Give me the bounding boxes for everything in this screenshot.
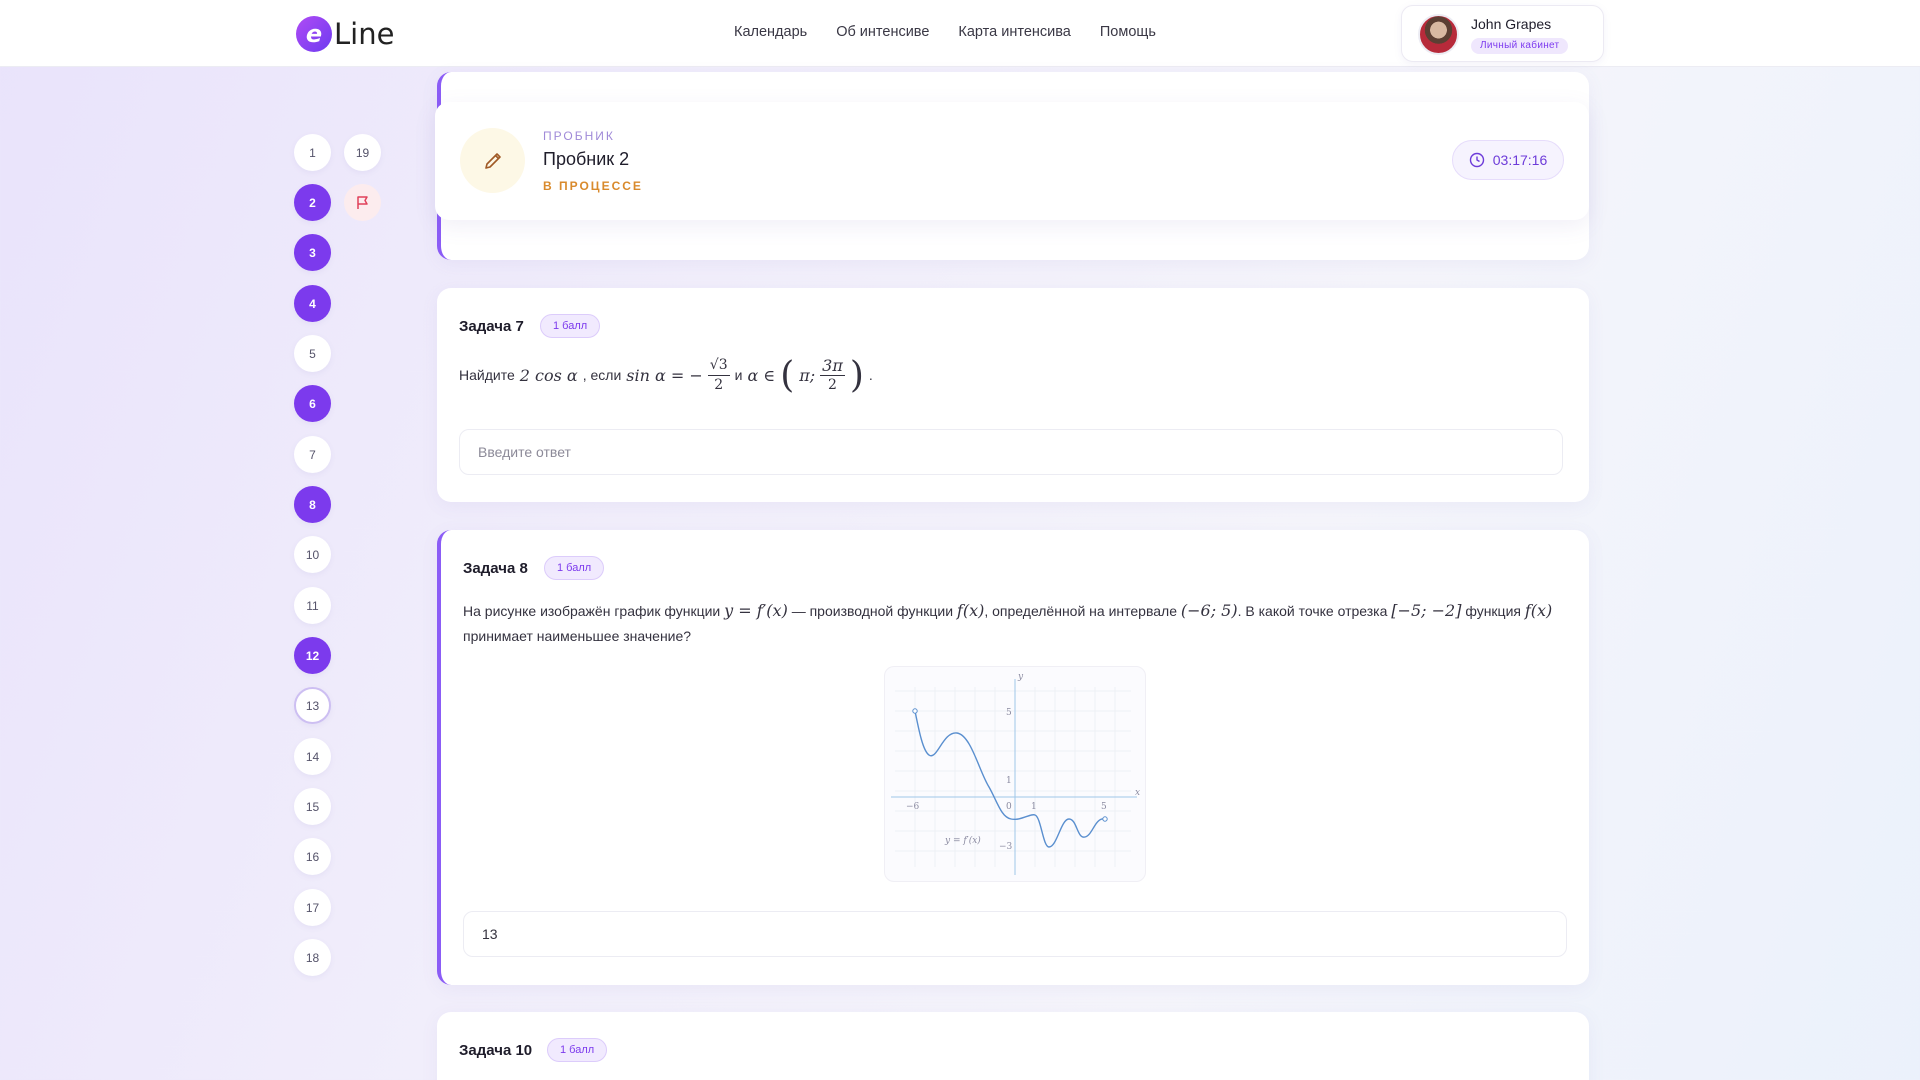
fraction: √3 2	[707, 356, 730, 395]
tick-x: −6	[906, 802, 920, 812]
task-card-8: Задача 8 1 балл На рисунке изображён гра…	[437, 530, 1589, 985]
profile-badge[interactable]: Личный кабинет	[1471, 38, 1569, 54]
math-expression: [−5; −2]	[1391, 601, 1462, 620]
function-graph: x y −6 0 1 5 5 1 −3 y = f′(x)	[884, 666, 1146, 882]
test-status: В ПРОЦЕССЕ	[543, 179, 643, 193]
user-name: John Grapes	[1471, 16, 1552, 32]
statement-text: , определённой на интервале	[984, 603, 1177, 619]
math-expression: f(x)	[956, 601, 985, 620]
logo[interactable]: e Line	[296, 14, 394, 54]
task-statement: На рисунке изображён график функции y = …	[463, 598, 1571, 649]
task-card-10: Задача 10 1 балл	[437, 1012, 1589, 1080]
endpoint-marker	[1102, 816, 1108, 822]
question-4-button[interactable]: 4	[294, 285, 331, 322]
tick-y: 1	[1006, 776, 1012, 786]
question-8-button[interactable]: 8	[294, 486, 331, 523]
nav-about[interactable]: Об интенсиве	[836, 24, 929, 40]
answer-input[interactable]	[463, 911, 1567, 957]
statement-text: На рисунке изображён график функции	[463, 603, 721, 619]
math-expression: π;	[799, 365, 816, 385]
clock-icon	[1469, 152, 1484, 168]
fraction-numerator: √3	[707, 356, 730, 376]
nav-calendar[interactable]: Календарь	[734, 24, 807, 40]
curve-label: y = f′(x)	[944, 835, 981, 846]
tick-y: −3	[999, 842, 1013, 852]
task-title: Задача 8	[463, 560, 528, 577]
statement-text: и	[734, 366, 743, 383]
flag-icon	[356, 195, 368, 209]
answer-input[interactable]	[459, 429, 1563, 475]
question-15-button[interactable]: 15	[294, 788, 331, 825]
math-expression: 2 cos α	[519, 365, 578, 385]
task-title: Задача 7	[459, 318, 524, 335]
points-badge: 1 балл	[547, 1038, 608, 1062]
question-3-button[interactable]: 3	[294, 234, 331, 271]
statement-text: функция	[1465, 603, 1521, 619]
math-expression: f(x)	[1524, 601, 1553, 620]
math-expression: sin α = −	[626, 365, 703, 385]
math-expression: y = f′(x)	[724, 601, 788, 620]
timer-value: 03:17:16	[1492, 152, 1548, 168]
axis-x-label: x	[1135, 788, 1140, 798]
user-card[interactable]: John Grapes Личный кабинет	[1401, 5, 1604, 62]
question-10-button[interactable]: 10	[294, 536, 331, 573]
question-1-button[interactable]: 1	[294, 134, 331, 171]
question-18-button[interactable]: 18	[294, 939, 331, 976]
statement-text: — производной функции	[791, 603, 954, 619]
question-2-button[interactable]: 2	[294, 184, 331, 221]
tick-y: 5	[1006, 708, 1012, 718]
question-7-button[interactable]: 7	[294, 436, 331, 473]
paren-close: )	[849, 354, 864, 396]
points-badge: 1 балл	[544, 556, 605, 580]
math-expression: α ∈	[747, 365, 776, 385]
timer: 03:17:16	[1452, 140, 1564, 180]
test-header: ПРОБНИК Пробник 2 В ПРОЦЕССЕ 03:17:16	[435, 102, 1589, 220]
fraction: 3π 2	[820, 356, 845, 395]
statement-text: Найдите	[459, 366, 515, 383]
nav-help[interactable]: Помощь	[1100, 24, 1156, 40]
test-kind: ПРОБНИК	[543, 129, 615, 143]
question-13-button[interactable]: 13	[294, 687, 331, 724]
points-badge: 1 балл	[540, 314, 601, 338]
question-19-button[interactable]: 19	[344, 134, 381, 171]
paren-open: (	[780, 354, 795, 396]
statement-text: , если	[582, 366, 622, 383]
statement-text: принимает наименьшее значение?	[463, 628, 692, 644]
tick-x: 5	[1101, 802, 1107, 812]
flag-button[interactable]	[344, 184, 381, 221]
task-title: Задача 10	[459, 1042, 533, 1059]
axis-y-label: y	[1017, 672, 1024, 682]
logo-mark: e	[296, 16, 332, 52]
question-12-button[interactable]: 12	[294, 637, 331, 674]
question-6-button[interactable]: 6	[294, 385, 331, 422]
tick-x: 0	[1006, 802, 1012, 812]
task-statement: Найдите 2 cos α, если sin α = − √3 2 и α…	[459, 354, 873, 396]
math-expression: (−6; 5)	[1180, 601, 1238, 620]
question-17-button[interactable]: 17	[294, 889, 331, 926]
question-11-button[interactable]: 11	[294, 587, 331, 624]
fraction-denominator: 2	[828, 376, 837, 393]
avatar	[1418, 14, 1459, 55]
fraction-numerator: 3π	[820, 355, 845, 376]
logo-text: Line	[334, 17, 395, 51]
tick-x: 1	[1031, 802, 1037, 812]
statement-text: . В какой точке отрезка	[1237, 603, 1388, 619]
fraction-denominator: 2	[714, 376, 724, 393]
nav-map[interactable]: Карта интенсива	[958, 24, 1070, 40]
question-16-button[interactable]: 16	[294, 838, 331, 875]
question-14-button[interactable]: 14	[294, 738, 331, 775]
question-5-button[interactable]: 5	[294, 335, 331, 372]
main-nav: Календарь Об интенсиве Карта интенсива П…	[734, 24, 1156, 40]
test-name: Пробник 2	[543, 149, 630, 169]
pencil-icon	[460, 128, 525, 193]
top-bar: e Line Календарь Об интенсиве Карта инте…	[0, 0, 1920, 67]
endpoint-marker	[912, 708, 918, 714]
task-card-7: Задача 7 1 балл Найдите 2 cos α, если si…	[437, 288, 1589, 502]
